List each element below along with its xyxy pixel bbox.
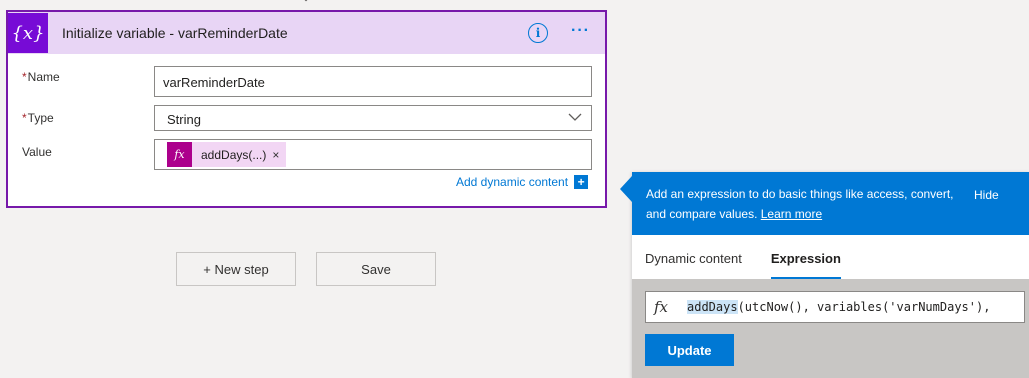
name-input[interactable]: varReminderDate: [154, 66, 592, 97]
expression-token[interactable]: fx addDays(...) ×: [167, 142, 287, 167]
name-value: varReminderDate: [163, 75, 265, 90]
value-label: Value: [22, 145, 52, 159]
name-label: *Name: [22, 70, 60, 84]
type-value: String: [167, 112, 201, 127]
close-icon[interactable]: ×: [272, 148, 286, 162]
expression-input[interactable]: fx addDays(utcNow(), variables('varNumDa…: [645, 291, 1025, 323]
type-label-text: Type: [27, 111, 54, 125]
tab-dynamic-content[interactable]: Dynamic content: [645, 251, 742, 279]
expression-function-name: addDays: [687, 300, 738, 314]
type-label: *Type: [22, 111, 54, 125]
expression-panel: Add an expression to do basic things lik…: [620, 172, 1029, 378]
expression-text: addDays(utcNow(), variables('varNumDays'…: [687, 300, 990, 314]
panel-pointer: [620, 176, 632, 202]
add-dynamic-content-label: Add dynamic content: [456, 175, 569, 189]
learn-more-link[interactable]: Learn more: [761, 207, 822, 221]
fx-icon: fx: [167, 142, 192, 167]
expression-area: fx addDays(utcNow(), variables('varNumDa…: [632, 279, 1029, 378]
variable-icon: {x}: [8, 13, 48, 53]
value-input[interactable]: fx addDays(...) ×: [154, 139, 592, 170]
expression-banner: Add an expression to do basic things lik…: [632, 172, 1029, 235]
info-icon[interactable]: i: [528, 23, 548, 43]
type-select[interactable]: String: [154, 105, 592, 131]
add-dynamic-content-link[interactable]: Add dynamic content +: [456, 175, 589, 189]
expression-arguments: (utcNow(), variables('varNumDays'),: [737, 300, 991, 314]
name-label-text: Name: [27, 70, 60, 84]
required-marker: *: [22, 70, 27, 84]
panel-tabs: Dynamic content Expression: [632, 235, 1029, 279]
required-marker: *: [22, 111, 27, 125]
chevron-down-icon[interactable]: [568, 112, 582, 122]
save-button[interactable]: Save: [316, 252, 436, 286]
more-icon[interactable]: ···: [571, 22, 590, 40]
update-button[interactable]: Update: [645, 334, 734, 366]
card-title: Initialize variable - varReminderDate: [62, 25, 288, 41]
card-header[interactable]: {x} Initialize variable - varReminderDat…: [8, 12, 605, 54]
plus-icon: +: [574, 175, 589, 189]
fx-icon: fx: [654, 298, 669, 316]
hide-button[interactable]: Hide: [974, 185, 999, 205]
new-step-button[interactable]: + New step: [176, 252, 296, 286]
connector-arrow-icon: [304, 0, 308, 2]
token-label: addDays(...): [201, 147, 267, 162]
banner-text: Add an expression to do basic things lik…: [646, 184, 956, 224]
tab-expression[interactable]: Expression: [770, 251, 841, 279]
initialize-variable-card: {x} Initialize variable - varReminderDat…: [6, 10, 607, 208]
